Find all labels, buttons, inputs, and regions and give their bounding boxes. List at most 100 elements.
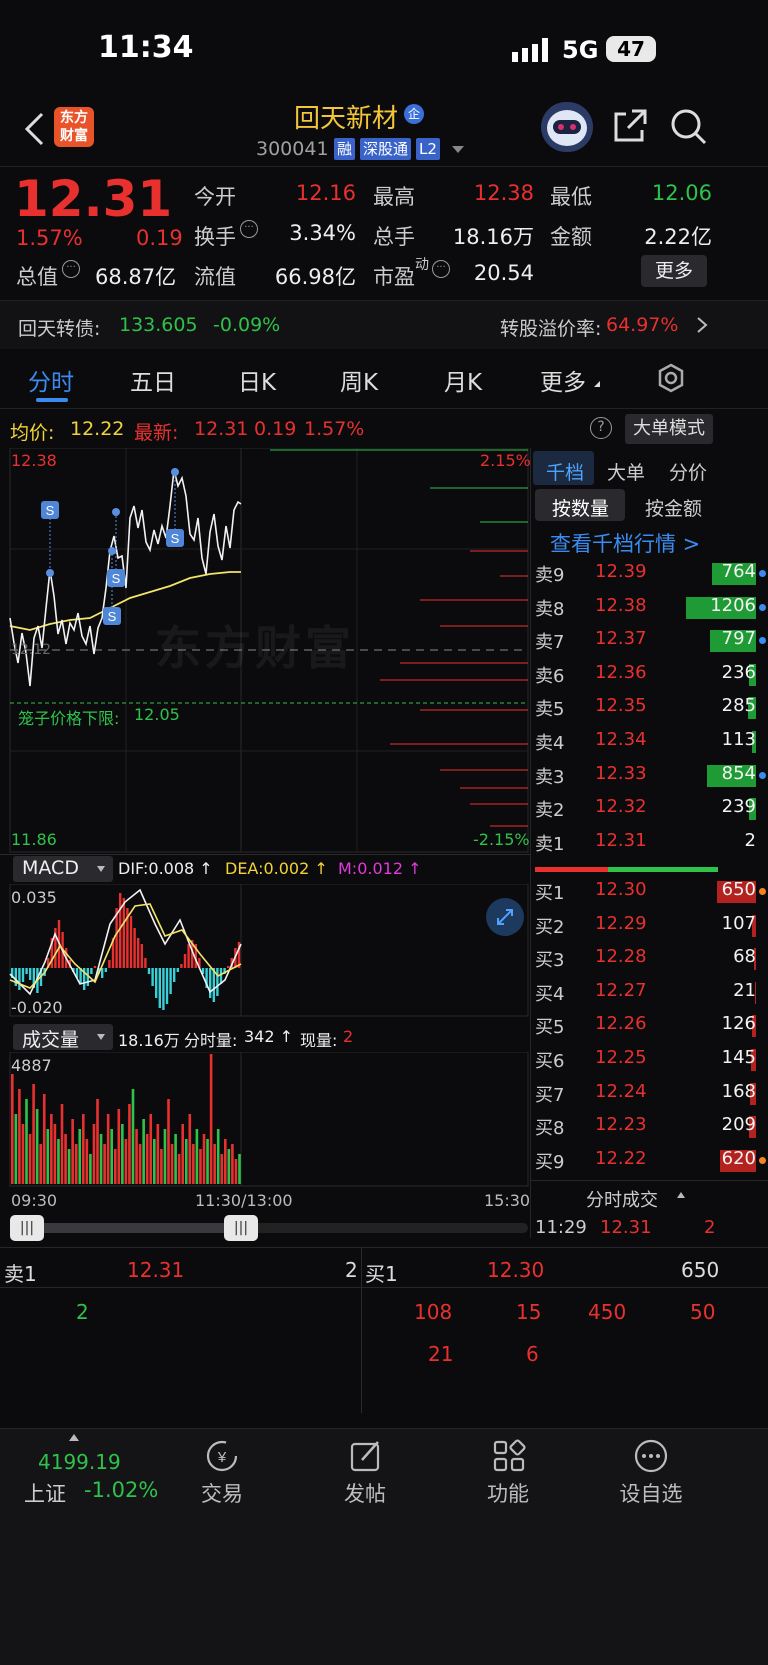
enterprise-badge: 企 <box>404 104 424 124</box>
change-amount: 0.19 <box>136 226 183 250</box>
ask-row[interactable]: 卖2 12.32 239 <box>531 793 768 826</box>
chevron-down-icon <box>97 866 105 872</box>
tab-intraday[interactable]: 分时 <box>28 363 74 397</box>
share-icon[interactable] <box>612 108 648 144</box>
macd-select[interactable]: MACD <box>13 856 113 882</box>
latest-label: 最新: <box>134 422 179 444</box>
macd-bar <box>137 938 140 968</box>
macd-label: MACD <box>22 857 79 879</box>
index-value[interactable]: 4199.19 <box>38 1450 121 1474</box>
info-icon[interactable]: ··· <box>62 260 80 278</box>
grid-icon[interactable] <box>491 1438 527 1474</box>
big-order-mode-button[interactable]: 大单模式 <box>625 414 713 444</box>
info-icon-2[interactable]: ··· <box>240 220 258 238</box>
macd-bar <box>173 968 176 982</box>
bid-row[interactable]: 买5 12.26 126 <box>531 1010 768 1043</box>
macd-bar <box>25 968 28 974</box>
macd-bar <box>155 968 158 998</box>
trades-label[interactable]: 分时成交 <box>586 1186 658 1212</box>
app-logo[interactable]: 东方 财富 <box>54 107 94 147</box>
signal-s-letter: S <box>108 609 117 624</box>
search-icon[interactable] <box>670 108 708 146</box>
book-tab-price[interactable]: 分价 <box>669 458 707 485</box>
queue-buy-item: 15 <box>516 1300 542 1324</box>
robot-avatar[interactable] <box>541 102 593 152</box>
ask-row[interactable]: 卖4 12.34 113 <box>531 726 768 759</box>
volume-bar <box>67 1149 71 1184</box>
ask-row[interactable]: 卖9 12.39 764 <box>531 558 768 591</box>
macd-bar <box>209 968 212 998</box>
premium-value: 64.97% <box>606 314 679 336</box>
bid-row[interactable]: 买2 12.29 107 <box>531 910 768 943</box>
volume-bar <box>238 1154 241 1184</box>
macd-bar <box>162 968 165 1010</box>
range-handle-left[interactable]: ||| <box>10 1215 44 1241</box>
macd-m: M:0.012 ↑ <box>338 859 422 878</box>
nav-trade[interactable]: 交易 <box>162 1478 282 1508</box>
bid-price: 12.24 <box>595 1080 647 1102</box>
bid-row[interactable]: 买4 12.27 21 <box>531 977 768 1010</box>
bid-row[interactable]: 买1 12.30 650 <box>531 876 768 909</box>
book-tab-big[interactable]: 大单 <box>607 458 645 485</box>
tab-five-day[interactable]: 五日 <box>130 363 176 397</box>
bid-row[interactable]: 买7 12.24 168 <box>531 1078 768 1111</box>
index-name[interactable]: 上证 <box>24 1478 66 1508</box>
subtab-quantity-label: 按数量 <box>552 498 610 520</box>
macd-bar <box>187 944 190 968</box>
chevron-right-icon[interactable] <box>695 316 709 334</box>
more-button[interactable]: 更多 <box>641 255 707 287</box>
ask-row[interactable]: 卖7 12.37 797 <box>531 625 768 658</box>
bid-row[interactable]: 买3 12.28 68 <box>531 943 768 976</box>
high-value: 12.38 <box>473 181 534 205</box>
ask-row[interactable]: 卖8 12.38 1206 <box>531 592 768 625</box>
battery-level: 47 <box>617 37 645 61</box>
more-dots-icon[interactable] <box>633 1438 669 1474</box>
time-start: 09:30 <box>11 1191 58 1210</box>
trade-icon[interactable]: ¥ <box>204 1438 240 1474</box>
view-depth-link[interactable]: 查看千档行情 > <box>550 528 700 558</box>
bid-row[interactable]: 买6 12.25 145 <box>531 1044 768 1077</box>
nav-function[interactable]: 功能 <box>448 1478 568 1508</box>
avg-label: 均价: <box>10 422 55 444</box>
ask-price: 12.34 <box>595 729 647 750</box>
bid-row[interactable]: 买8 12.23 209 <box>531 1111 768 1144</box>
current-price: 12.31 <box>14 170 173 228</box>
volume-bar <box>42 1094 46 1184</box>
tab-daily-k[interactable]: 日K <box>238 363 276 397</box>
tab-more[interactable]: 更多 <box>540 363 586 397</box>
back-button[interactable] <box>22 112 48 146</box>
subtab-amount[interactable]: 按金额 <box>645 494 702 521</box>
gear-icon[interactable] <box>656 363 686 393</box>
ask-row[interactable]: 卖6 12.36 236 <box>531 659 768 692</box>
tick-volume-label: 分时量: <box>184 1031 238 1050</box>
info-icon-3[interactable]: ··· <box>432 260 450 278</box>
help-icon[interactable]: ? <box>590 417 612 439</box>
macd-bar <box>133 928 136 968</box>
ask-qty: 1206 <box>710 594 756 616</box>
time-mid: 11:30/13:00 <box>195 1191 293 1210</box>
stock-name[interactable]: 回天新材 <box>294 98 398 135</box>
macd-bar <box>216 968 219 996</box>
bid-row[interactable]: 买9 12.22 620 <box>531 1145 768 1178</box>
bid-price: 12.27 <box>595 979 647 1001</box>
ask-price: 12.31 <box>595 829 647 851</box>
tab-weekly-k[interactable]: 周K <box>340 363 378 397</box>
ask-row[interactable]: 卖5 12.35 285 <box>531 692 768 725</box>
expand-icon[interactable] <box>486 898 524 936</box>
tab-monthly-k[interactable]: 月K <box>444 363 482 397</box>
nav-add-watchlist[interactable]: 设自选 <box>591 1478 711 1508</box>
bid-level: 买9 <box>535 1151 565 1173</box>
bond-change: -0.09% <box>213 314 281 336</box>
ask-price: 12.32 <box>595 796 647 818</box>
ask-qty: 2 <box>744 829 756 851</box>
chart-high: 12.38 <box>11 451 57 470</box>
range-handle-right[interactable]: ||| <box>224 1215 258 1241</box>
order-dot <box>759 603 766 611</box>
volume-select[interactable]: 成交量 <box>13 1024 113 1051</box>
nav-post[interactable]: 发帖 <box>305 1478 425 1508</box>
ask-row[interactable]: 卖1 12.31 2 <box>531 827 768 860</box>
chevron-down-icon[interactable] <box>452 146 464 153</box>
macd-chart <box>9 884 529 1017</box>
edit-icon[interactable] <box>348 1438 384 1474</box>
ask-row[interactable]: 卖3 12.33 854 <box>531 760 768 793</box>
